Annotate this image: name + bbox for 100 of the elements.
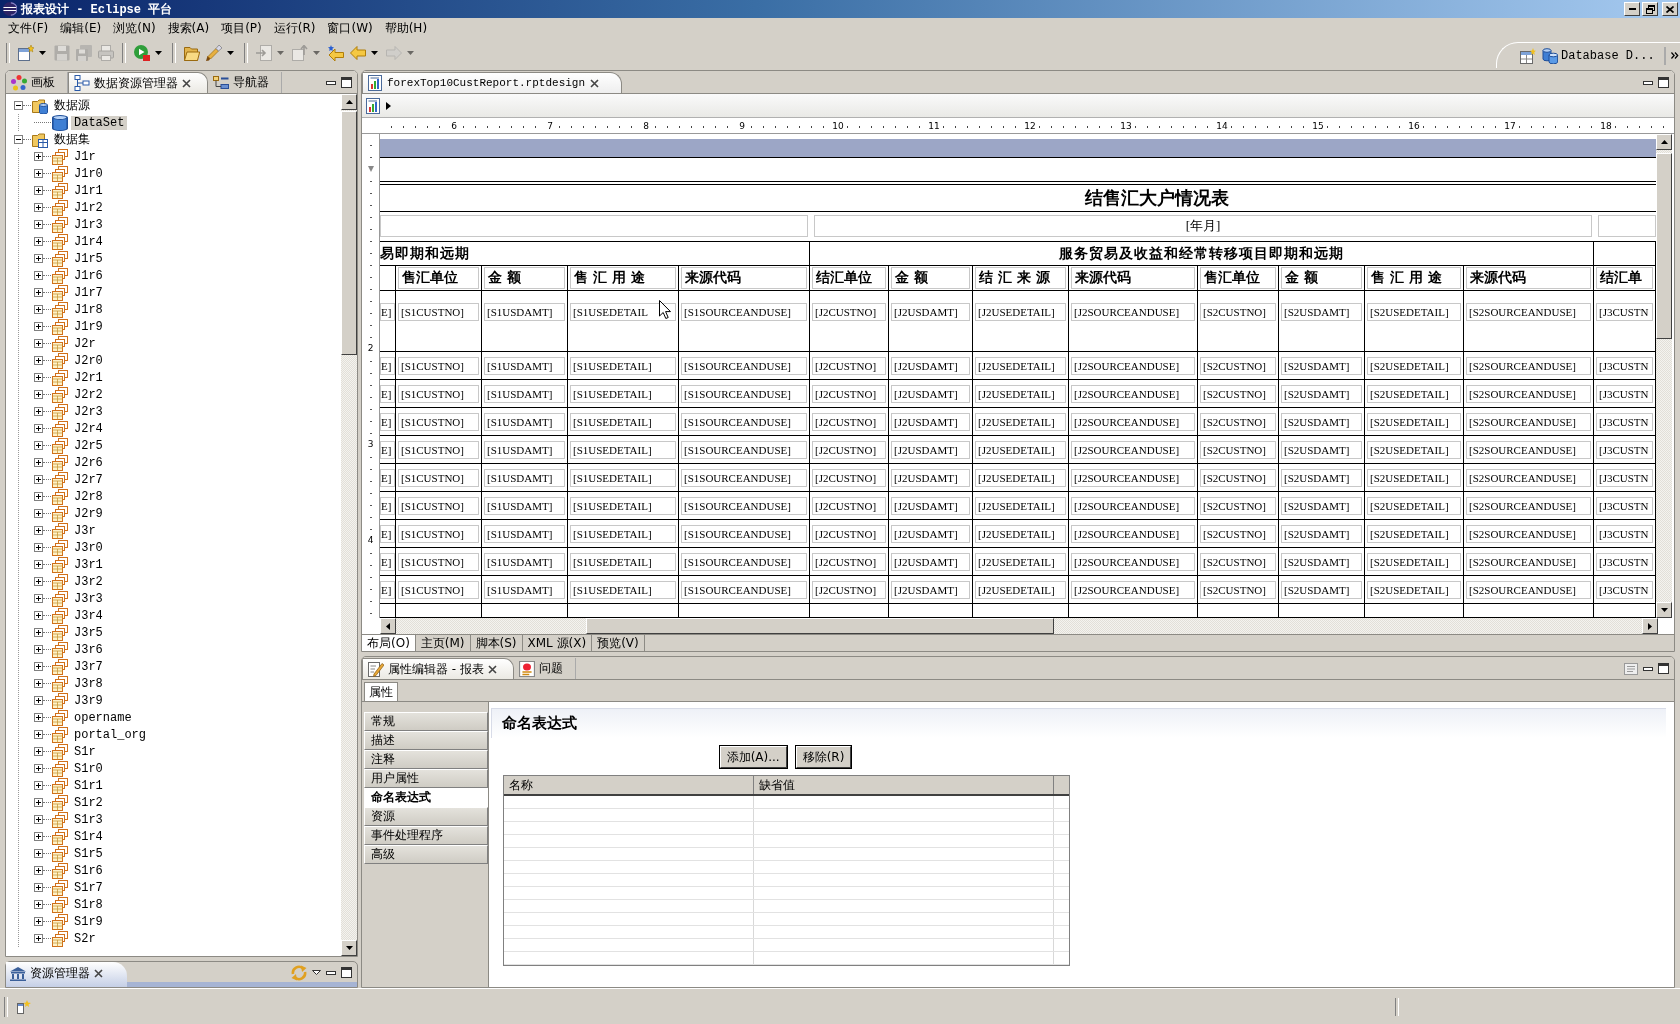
- category-tab[interactable]: 命名表达式: [364, 788, 488, 807]
- tree-item[interactable]: J1r3: [71, 217, 106, 232]
- plus-box-icon[interactable]: [34, 186, 43, 195]
- plus-box-icon[interactable]: [34, 169, 43, 178]
- tree-item[interactable]: J3r4: [71, 608, 106, 623]
- tree-item[interactable]: J3r5: [71, 625, 106, 640]
- tree-item[interactable]: S1r2: [71, 795, 106, 810]
- plus-box-icon[interactable]: [34, 407, 43, 416]
- scroll-down-button[interactable]: [1656, 602, 1672, 618]
- maximize-button[interactable]: [1657, 662, 1670, 675]
- vertical-scrollbar[interactable]: [1656, 134, 1672, 618]
- remove-button[interactable]: 移除(R): [795, 746, 852, 768]
- plus-box-icon[interactable]: [34, 526, 43, 535]
- plus-box-icon[interactable]: [34, 322, 43, 331]
- properties-tab[interactable]: 属性: [364, 682, 398, 701]
- plus-box-icon[interactable]: [34, 900, 43, 909]
- plus-box-icon[interactable]: [34, 696, 43, 705]
- close-button[interactable]: [1662, 2, 1678, 16]
- minimize-button[interactable]: [1642, 665, 1654, 672]
- scroll-down-button[interactable]: [341, 940, 357, 956]
- plus-box-icon[interactable]: [34, 543, 43, 552]
- view-tab[interactable]: 属性编辑器 - 报表: [362, 658, 514, 679]
- tree-item[interactable]: J2r2: [71, 387, 106, 402]
- tree-item[interactable]: J2r3: [71, 404, 106, 419]
- plus-box-icon[interactable]: [34, 883, 43, 892]
- tree-item[interactable]: J1r: [71, 149, 99, 164]
- minus-box-icon[interactable]: [14, 135, 23, 144]
- plus-box-icon[interactable]: [34, 917, 43, 926]
- plus-box-icon[interactable]: [34, 424, 43, 433]
- tree-item[interactable]: S1r8: [71, 897, 106, 912]
- tree-item[interactable]: J2r1: [71, 370, 106, 385]
- view-tab[interactable]: 问题: [513, 658, 576, 679]
- plus-box-icon[interactable]: [34, 781, 43, 790]
- menu-item[interactable]: 项目(P): [215, 19, 268, 37]
- tree-item[interactable]: J2r0: [71, 353, 106, 368]
- plus-box-icon[interactable]: [34, 441, 43, 450]
- menu-item[interactable]: 帮助(H): [378, 19, 434, 37]
- tree-item[interactable]: S1r6: [71, 863, 106, 878]
- plus-box-icon[interactable]: [34, 628, 43, 637]
- tree-item[interactable]: S2r: [71, 931, 99, 946]
- tree-item[interactable]: J1r9: [71, 319, 106, 334]
- toolbar-button[interactable]: [131, 42, 153, 64]
- category-tab[interactable]: 描述: [364, 731, 488, 750]
- plus-box-icon[interactable]: [34, 832, 43, 841]
- tree-item[interactable]: J2r6: [71, 455, 106, 470]
- category-tab[interactable]: 事件处理程序: [364, 826, 488, 845]
- plus-box-icon[interactable]: [34, 475, 43, 484]
- scroll-up-button[interactable]: [341, 94, 357, 110]
- plus-box-icon[interactable]: [34, 713, 43, 722]
- tree-item[interactable]: J1r5: [71, 251, 106, 266]
- plus-box-icon[interactable]: [34, 237, 43, 246]
- tree-item[interactable]: J3r6: [71, 642, 106, 657]
- menu-item[interactable]: 编辑(E): [54, 19, 108, 37]
- tree-item[interactable]: S1r9: [71, 914, 106, 929]
- plus-box-icon[interactable]: [34, 288, 43, 297]
- plus-box-icon[interactable]: [34, 798, 43, 807]
- category-tab[interactable]: 资源: [364, 807, 488, 826]
- category-tab[interactable]: 高级: [364, 845, 488, 864]
- tree-item[interactable]: J3r9: [71, 693, 106, 708]
- plus-box-icon[interactable]: [34, 662, 43, 671]
- plus-box-icon[interactable]: [34, 679, 43, 688]
- tree-item[interactable]: J1r0: [71, 166, 106, 181]
- vertical-scrollbar[interactable]: [341, 94, 357, 956]
- page-tab[interactable]: 布局(O): [362, 635, 416, 651]
- tree-item[interactable]: opername: [71, 710, 135, 725]
- maximize-button[interactable]: [340, 966, 353, 979]
- plus-box-icon[interactable]: [34, 747, 43, 756]
- tree-item[interactable]: portal_org: [71, 727, 149, 742]
- tree-item[interactable]: S1r: [71, 744, 99, 759]
- tree-item[interactable]: J2r4: [71, 421, 106, 436]
- scroll-up-button[interactable]: [1656, 134, 1672, 150]
- tree-item[interactable]: S1r4: [71, 829, 106, 844]
- editor-tab[interactable]: forexTop10CustReport.rptdesign: [362, 72, 623, 93]
- plus-box-icon[interactable]: [34, 390, 43, 399]
- view-tab[interactable]: 数据资源管理器: [68, 72, 208, 93]
- add-button[interactable]: 添加(A)...: [719, 746, 787, 768]
- tree-item[interactable]: J1r7: [71, 285, 106, 300]
- plus-box-icon[interactable]: [34, 560, 43, 569]
- category-tab[interactable]: 常规: [364, 712, 488, 731]
- tree-item[interactable]: J1r6: [71, 268, 106, 283]
- toolbar-button[interactable]: [15, 42, 37, 64]
- tree-item[interactable]: J2r7: [71, 472, 106, 487]
- horizontal-scrollbar[interactable]: [380, 618, 1658, 634]
- menu-item[interactable]: 浏览(N): [107, 19, 162, 37]
- tree-item[interactable]: J2r8: [71, 489, 106, 504]
- plus-box-icon[interactable]: [34, 577, 43, 586]
- plus-box-icon[interactable]: [34, 271, 43, 280]
- plus-box-icon[interactable]: [34, 458, 43, 467]
- plus-box-icon[interactable]: [34, 764, 43, 773]
- menu-item[interactable]: 运行(R): [267, 19, 322, 37]
- perspective-button[interactable]: Database D...: [1541, 44, 1656, 67]
- restore-button[interactable]: [1642, 2, 1658, 16]
- minimize-button[interactable]: [325, 79, 337, 86]
- plus-box-icon[interactable]: [34, 373, 43, 382]
- category-tab[interactable]: 注释: [364, 750, 488, 769]
- tree-item[interactable]: S1r5: [71, 846, 106, 861]
- minimize-button[interactable]: [1642, 79, 1654, 86]
- tree-item[interactable]: S1r1: [71, 778, 106, 793]
- tree-item[interactable]: J3r3: [71, 591, 106, 606]
- view-tab[interactable]: 导航器: [208, 72, 282, 93]
